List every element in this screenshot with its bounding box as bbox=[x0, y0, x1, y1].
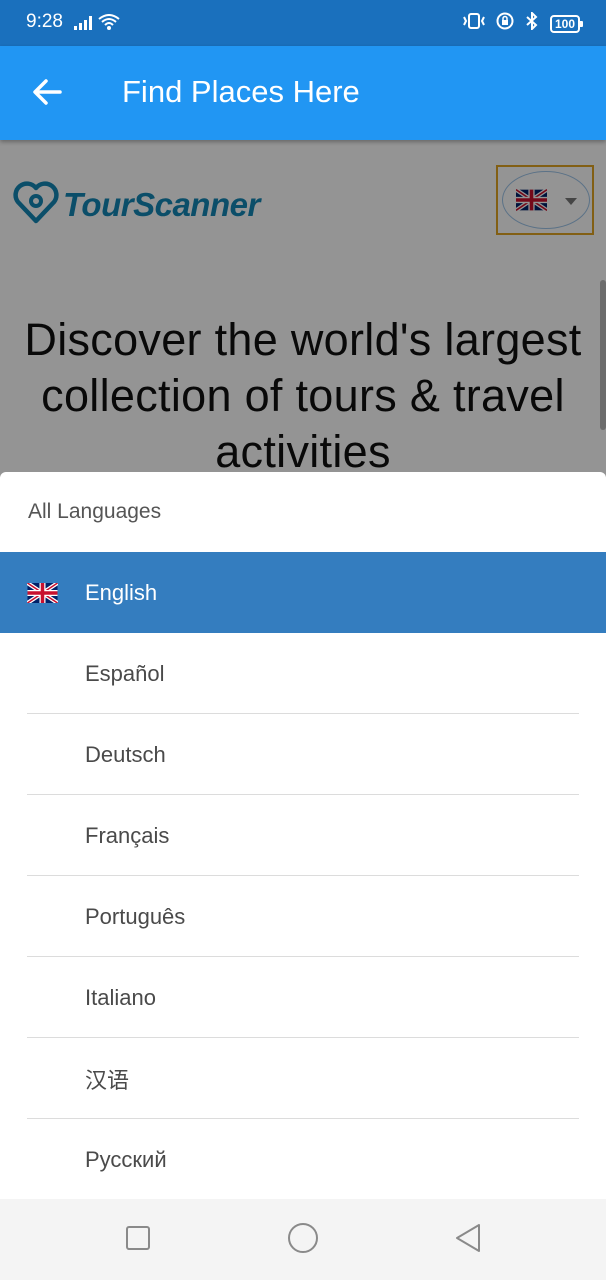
status-left-icons bbox=[74, 14, 120, 35]
uk-flag-icon bbox=[26, 581, 59, 609]
language-label: Português bbox=[85, 903, 186, 929]
language-label: Deutsch bbox=[85, 741, 166, 767]
battery-icon: 100 bbox=[549, 14, 584, 33]
status-time: 9:28 bbox=[26, 11, 63, 32]
language-label: English bbox=[85, 579, 158, 605]
language-sheet: All Languages English Español Deutsch Fr… bbox=[0, 472, 606, 1199]
app-bar: Find Places Here bbox=[0, 46, 606, 140]
language-option-italiano[interactable]: Italiano bbox=[0, 957, 606, 1038]
back-triangle-icon bbox=[454, 1223, 482, 1258]
recents-button[interactable] bbox=[119, 1221, 157, 1259]
signal-icon bbox=[74, 16, 92, 35]
lock-rotation-icon bbox=[496, 12, 514, 35]
home-button[interactable] bbox=[284, 1221, 322, 1259]
language-label: Français bbox=[85, 822, 170, 848]
language-option-portugues[interactable]: Português bbox=[0, 876, 606, 957]
language-label: 汉语 bbox=[85, 1067, 130, 1093]
system-nav-bar bbox=[0, 1199, 606, 1280]
language-option-espanol[interactable]: Español bbox=[0, 633, 606, 714]
vibrate-icon bbox=[462, 12, 486, 35]
back-button[interactable] bbox=[24, 71, 70, 117]
sheet-header: All Languages bbox=[28, 500, 162, 523]
language-label: Русский bbox=[85, 1146, 167, 1172]
language-option-francais[interactable]: Français bbox=[0, 795, 606, 876]
system-back-button[interactable] bbox=[449, 1221, 487, 1259]
bluetooth-icon bbox=[524, 10, 540, 35]
arrow-left-icon bbox=[32, 78, 62, 110]
status-right-icons: 100 bbox=[462, 10, 584, 35]
language-label: Español bbox=[85, 660, 165, 686]
app-bar-title: Find Places Here bbox=[122, 74, 360, 109]
wifi-icon bbox=[98, 14, 120, 35]
language-option-english[interactable]: English bbox=[0, 552, 606, 633]
language-option-deutsch[interactable]: Deutsch bbox=[0, 714, 606, 795]
recents-square-icon bbox=[125, 1225, 151, 1256]
language-option-russian[interactable]: Русский bbox=[0, 1119, 606, 1199]
home-circle-icon bbox=[287, 1222, 319, 1259]
language-option-chinese[interactable]: 汉语 bbox=[0, 1038, 606, 1119]
language-label: Italiano bbox=[85, 984, 156, 1010]
status-bar: 9:28 100 bbox=[0, 0, 606, 46]
